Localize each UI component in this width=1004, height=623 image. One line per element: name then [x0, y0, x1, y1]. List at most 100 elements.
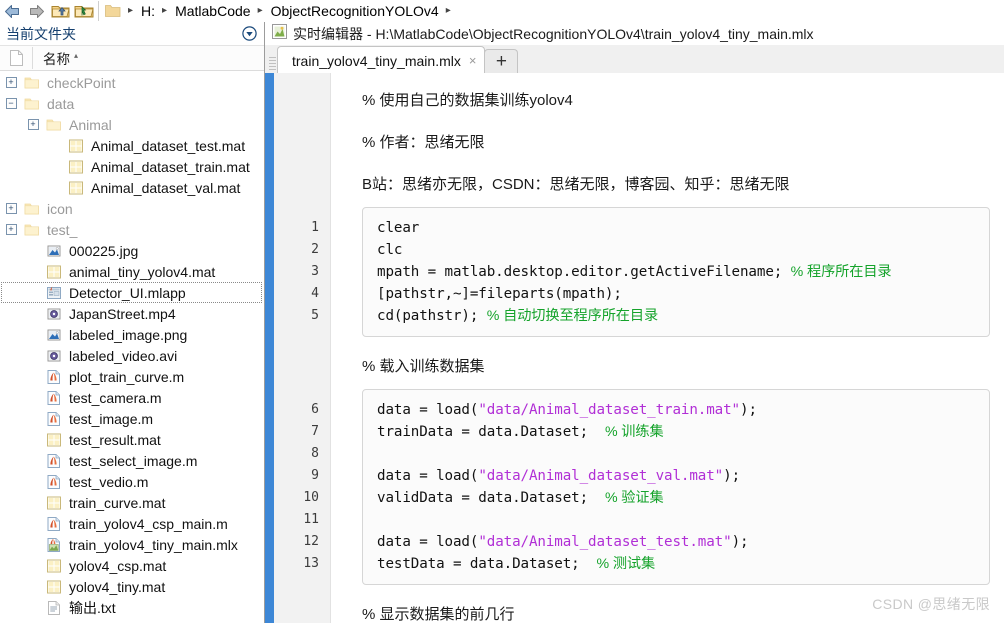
tree-expander-toggle[interactable]: +	[0, 203, 22, 214]
breadcrumb-item-1[interactable]: MatlabCode	[173, 3, 253, 19]
file-tree-row[interactable]: + Animal	[0, 114, 264, 135]
file-tree-row[interactable]: yolov4_csp.mat	[0, 555, 264, 576]
code-line[interactable]: validData = data.Dataset; % 验证集	[377, 487, 979, 509]
code-line[interactable]	[377, 443, 979, 465]
file-tree-row[interactable]: Animal_dataset_val.mat	[0, 177, 264, 198]
tree-expander-toggle[interactable]: +	[22, 119, 44, 130]
column-name-header[interactable]: 名称 ▴	[33, 48, 78, 68]
document-paragraph[interactable]: % 载入训练数据集	[362, 345, 1004, 387]
code-line[interactable]	[377, 509, 979, 531]
file-tree-row[interactable]: 输出.txt	[0, 597, 264, 618]
expand-icon[interactable]: +	[5, 224, 17, 235]
file-tree-row[interactable]: + test_	[0, 219, 264, 240]
code-line[interactable]: mpath = matlab.desktop.editor.getActiveF…	[377, 261, 979, 283]
file-tree-row[interactable]: test_result.mat	[0, 429, 264, 450]
code-line[interactable]: testData = data.Dataset; % 测试集	[377, 553, 979, 575]
back-arrow-icon	[4, 4, 19, 18]
new-tab-button[interactable]: +	[484, 49, 519, 74]
file-tree-row[interactable]: 000225.jpg	[0, 240, 264, 261]
file-tree-label: JapanStreet.mp4	[69, 305, 176, 322]
file-tree-row[interactable]: test_camera.m	[0, 387, 264, 408]
mat-file-icon	[44, 579, 64, 595]
file-tree-row[interactable]: + checkPoint	[0, 72, 264, 93]
document-paragraph[interactable]: B站：思绪亦无限，CSDN：思绪无限，博客园、知乎：思绪无限	[362, 163, 1004, 205]
file-tree-row[interactable]: test_image.m	[0, 408, 264, 429]
file-tree-row[interactable]: train_yolov4_tiny_main.mlx	[0, 534, 264, 555]
txt-file-icon	[44, 600, 64, 616]
code-block[interactable]: data = load("data/Animal_dataset_train.m…	[362, 389, 990, 585]
file-tree-row[interactable]: test_select_image.m	[0, 450, 264, 471]
expand-icon[interactable]: +	[27, 119, 39, 130]
mat-file-icon	[66, 159, 86, 175]
file-tree-row[interactable]: train_yolov4_csp_main.m	[0, 513, 264, 534]
line-number: 10	[303, 490, 319, 505]
file-tree-row[interactable]: Detector_UI.mlapp	[0, 282, 264, 303]
tree-expander-toggle[interactable]: −	[0, 98, 22, 109]
file-tree-label: Animal_dataset_train.mat	[91, 158, 250, 175]
code-comment: % 训练集	[604, 424, 664, 440]
tree-expander-toggle[interactable]: +	[0, 224, 22, 235]
panel-options-dropdown-icon[interactable]	[242, 26, 257, 41]
tab-train-yolov4-tiny-main[interactable]: train_yolov4_tiny_main.mlx ×	[277, 46, 486, 74]
collapse-icon[interactable]: −	[5, 98, 17, 109]
file-tree-label: animal_tiny_yolov4.mat	[69, 263, 216, 280]
code-line[interactable]: data = load("data/Animal_dataset_test.ma…	[377, 531, 979, 553]
breadcrumb-sep-0: ▸	[128, 5, 134, 16]
tab-close-icon[interactable]: ×	[469, 53, 477, 68]
file-tree-row[interactable]: animal_tiny_yolov4.mat	[0, 261, 264, 282]
expand-icon[interactable]: +	[5, 203, 17, 214]
browse-folder-button[interactable]	[72, 1, 96, 22]
tree-expander-toggle[interactable]: +	[0, 77, 22, 88]
file-tree-row[interactable]: yolov4_tiny.mat	[0, 576, 264, 597]
breadcrumb[interactable]: ▸ H: ▸ MatlabCode ▸ ObjectRecognitionYOL…	[101, 1, 1004, 22]
file-tree-row[interactable]: − data	[0, 93, 264, 114]
mat-file-icon	[47, 433, 61, 446]
code-line[interactable]: trainData = data.Dataset; % 训练集	[377, 421, 979, 443]
code-line[interactable]: cd(pathstr); % 自动切换至程序所在目录	[377, 305, 979, 327]
file-tree-label: icon	[47, 200, 73, 217]
document-paragraph[interactable]: % 使用自己的数据集训练yolov4	[362, 79, 1004, 121]
mlx-file-icon	[44, 537, 64, 553]
document-paragraph[interactable]: % 作者：思绪无限	[362, 121, 1004, 163]
file-tree-label: train_yolov4_csp_main.m	[69, 515, 228, 532]
file-tree-row[interactable]: Animal_dataset_train.mat	[0, 156, 264, 177]
file-tree-label: plot_train_curve.m	[69, 368, 185, 385]
code-block[interactable]: clear clc mpath = matlab.desktop.editor.ge…	[362, 207, 990, 337]
expand-icon[interactable]: +	[5, 77, 17, 88]
up-one-level-button[interactable]	[48, 1, 72, 22]
video-file-icon	[44, 348, 64, 364]
code-comment: % 测试集	[596, 556, 656, 572]
file-tree-label: yolov4_csp.mat	[69, 557, 167, 574]
file-tree-label: 000225.jpg	[69, 242, 139, 259]
tabstrip-grip[interactable]	[267, 53, 277, 73]
forward-button[interactable]	[24, 1, 48, 22]
file-tree-row[interactable]: plot_train_curve.m	[0, 366, 264, 387]
code-line[interactable]: clc	[377, 239, 979, 261]
code-line[interactable]: data = load("data/Animal_dataset_val.mat…	[377, 465, 979, 487]
m-file-icon	[47, 369, 60, 384]
document-content[interactable]: % 使用自己的数据集训练yolov4% 作者：思绪无限 B站：思绪亦无限，CSDN…	[331, 73, 1004, 623]
file-tree-row[interactable]: test_vedio.m	[0, 471, 264, 492]
code-line[interactable]: [pathstr,~]=fileparts(mpath);	[377, 283, 979, 305]
mat-file-icon	[69, 160, 83, 173]
file-tree-row[interactable]: train_curve.mat	[0, 492, 264, 513]
file-tree-label: Animal_dataset_val.mat	[91, 179, 241, 196]
toolbar-divider	[98, 1, 99, 21]
file-tree-row[interactable]: labeled_video.avi	[0, 345, 264, 366]
file-tree-row[interactable]: JapanStreet.mp4	[0, 303, 264, 324]
file-tree[interactable]: + checkPoint − data + Animal Animal_dataset_te…	[0, 71, 264, 618]
breadcrumb-item-0[interactable]: H:	[139, 3, 157, 19]
file-tree-label: Animal	[69, 116, 112, 133]
back-button[interactable]	[0, 1, 24, 22]
sort-ascending-icon: ▴	[74, 50, 79, 60]
file-tree-row[interactable]: labeled_image.png	[0, 324, 264, 345]
file-tree-label: train_curve.mat	[69, 494, 166, 511]
file-tree-label: test_image.m	[69, 410, 154, 427]
breadcrumb-item-2[interactable]: ObjectRecognitionYOLOv4	[269, 3, 441, 19]
code-line[interactable]: clear	[377, 217, 979, 239]
file-tree-row[interactable]: + icon	[0, 198, 264, 219]
code-line[interactable]: data = load("data/Animal_dataset_train.m…	[377, 399, 979, 421]
folder-icon	[22, 96, 42, 112]
file-tree-label: checkPoint	[47, 74, 116, 91]
file-tree-row[interactable]: Animal_dataset_test.mat	[0, 135, 264, 156]
